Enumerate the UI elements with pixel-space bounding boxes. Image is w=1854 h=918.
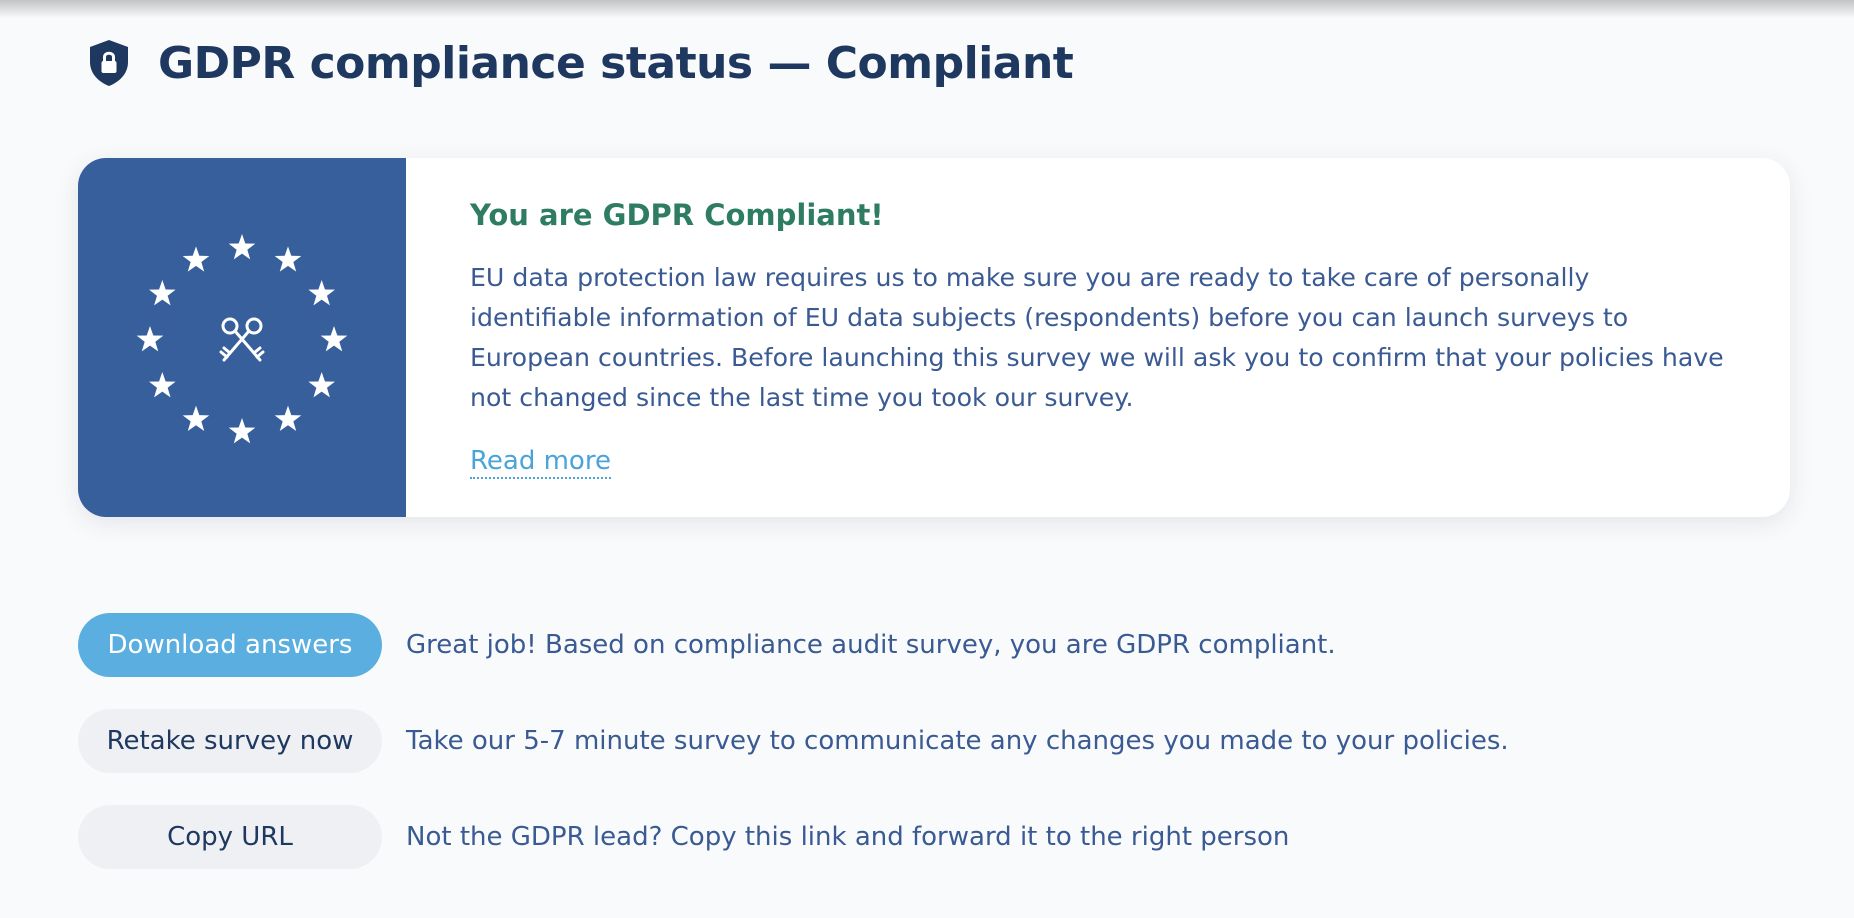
retake-description: Take our 5-7 minute survey to communicat… bbox=[406, 726, 1509, 756]
eu-star-icon bbox=[274, 246, 302, 272]
card-body: You are GDPR Compliant! EU data protecti… bbox=[470, 198, 1730, 479]
eu-star-icon bbox=[149, 372, 176, 398]
copy-url-button[interactable]: Copy URL bbox=[78, 805, 382, 869]
download-description: Great job! Based on compliance audit sur… bbox=[406, 630, 1336, 660]
card-heading: You are GDPR Compliant! bbox=[470, 198, 884, 232]
eu-flag-keys-icon bbox=[78, 158, 406, 517]
eu-star-icon bbox=[228, 418, 256, 444]
eu-star-icon bbox=[228, 234, 256, 260]
retake-survey-button[interactable]: Retake survey now bbox=[78, 709, 382, 773]
action-row-retake: Retake survey now Take our 5-7 minute su… bbox=[78, 709, 1509, 773]
download-answers-button[interactable]: Download answers bbox=[78, 613, 382, 677]
action-row-download: Download answers Great job! Based on com… bbox=[78, 613, 1336, 677]
eu-star-icon bbox=[136, 326, 164, 352]
eu-star-icon bbox=[308, 372, 335, 398]
gdpr-info-card: You are GDPR Compliant! EU data protecti… bbox=[78, 158, 1790, 517]
eu-star-icon bbox=[320, 326, 348, 352]
shield-lock-icon bbox=[86, 38, 132, 88]
card-description: EU data protection law requires us to ma… bbox=[470, 263, 1724, 412]
page-header: GDPR compliance status — Compliant bbox=[86, 30, 1074, 96]
top-shadow bbox=[0, 0, 1854, 18]
copy-url-description: Not the GDPR lead? Copy this link and fo… bbox=[406, 822, 1290, 852]
page-title: GDPR compliance status — Compliant bbox=[158, 37, 1074, 89]
action-row-copy-url: Copy URL Not the GDPR lead? Copy this li… bbox=[78, 805, 1289, 869]
eu-star-icon bbox=[308, 280, 335, 306]
read-more-link[interactable]: Read more bbox=[470, 446, 611, 479]
eu-star-icon bbox=[182, 246, 210, 272]
eu-star-icon bbox=[182, 405, 210, 431]
eu-star-icon bbox=[274, 405, 302, 431]
eu-star-icon bbox=[149, 280, 176, 306]
